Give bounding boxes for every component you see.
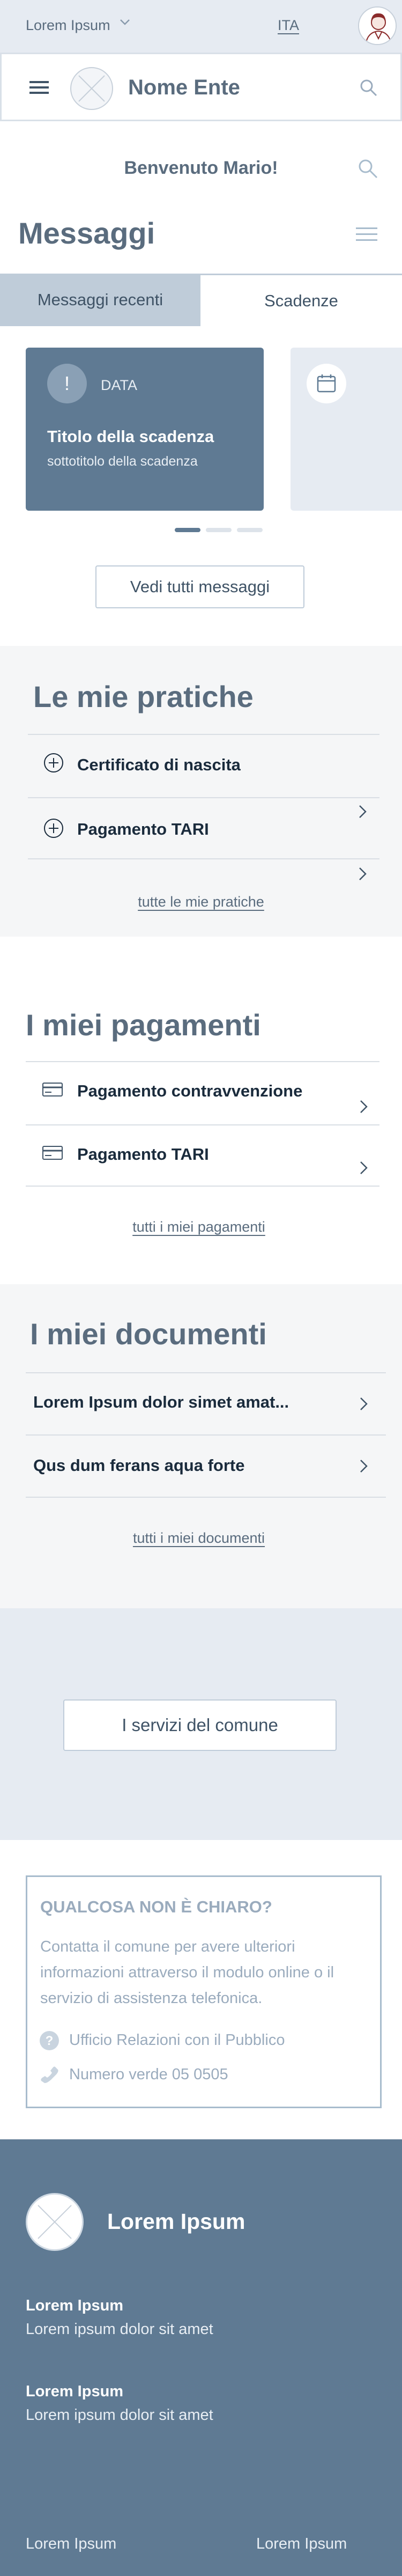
all-documenti-link[interactable]: tutti i miei documenti <box>0 1530 398 1547</box>
carousel-dot-1[interactable] <box>175 528 200 532</box>
footer-bottom-link-right[interactable]: Lorem Ipsum <box>256 2535 347 2553</box>
ente-name[interactable]: Nome Ente <box>128 76 240 100</box>
list-item-label: Qus dum ferans aqua forte <box>33 1456 245 1475</box>
footer-bottom-link-left[interactable]: Lorem Ipsum <box>26 2535 116 2553</box>
search-icon[interactable] <box>357 158 378 179</box>
servizi-comune-button[interactable]: I servizi del comune <box>63 1699 337 1751</box>
footer-name: Lorem Ipsum <box>107 2209 245 2234</box>
all-pratiche-link[interactable]: tutte le mie pratiche <box>0 894 402 910</box>
calendar-icon <box>317 374 336 393</box>
list-item-label: Pagamento TARI <box>77 1145 209 1164</box>
search-icon[interactable] <box>359 78 378 97</box>
pratiche-title: Le mie pratiche <box>33 680 254 713</box>
pratiche-section: Le mie pratiche Certificato di nascita P… <box>0 646 402 937</box>
divider <box>28 858 379 859</box>
footer-block-text: Lorem ipsum dolor sit amet <box>26 2406 213 2424</box>
see-all-messages-button[interactable]: Vedi tutti messaggi <box>95 565 304 608</box>
help-phone-link[interactable]: Numero verde 05 0505 <box>69 2066 228 2084</box>
list-item-label: Lorem Ipsum dolor simet amat... <box>33 1393 289 1411</box>
pagamenti-title: I miei pagamenti <box>26 1008 261 1042</box>
chevron-right-icon <box>360 1161 368 1174</box>
question-circle-icon: ? <box>40 2031 59 2050</box>
footer-block-title: Lorem Ipsum <box>26 2297 124 2314</box>
list-item[interactable]: Pagamento contravvenzione <box>26 1062 379 1124</box>
list-item[interactable]: Qus dum ferans aqua forte <box>26 1436 386 1497</box>
list-item[interactable]: Pagamento TARI <box>26 1125 379 1187</box>
footer-block-title: Lorem Ipsum <box>26 2383 124 2400</box>
credit-card-icon <box>42 1146 63 1160</box>
top-bar: Lorem Ipsum ITA <box>0 0 402 53</box>
chevron-right-icon <box>359 805 367 818</box>
phone-icon <box>41 2066 58 2084</box>
welcome-text: Benvenuto Mario! <box>124 158 278 178</box>
svg-text:?: ? <box>46 2034 54 2048</box>
calendar-icon-wrap <box>307 364 346 403</box>
pagamenti-section: I miei pagamenti Pagamento contravvenzio… <box>0 937 402 1284</box>
card-title: Titolo della scadenza <box>47 427 214 446</box>
site-header: Nome Ente <box>0 53 402 121</box>
hamburger-menu-icon[interactable] <box>29 80 49 95</box>
footer-logo[interactable] <box>26 2193 84 2251</box>
list-item[interactable]: Pagamento TARI <box>28 798 379 880</box>
divider <box>26 1186 379 1187</box>
help-title: QUALCOSA NON È CHIARO? <box>40 1897 272 1916</box>
help-box: QUALCOSA NON È CHIARO? Contatta il comun… <box>26 1875 382 2108</box>
user-avatar-icon <box>359 8 396 44</box>
plus-circle-icon <box>44 753 63 772</box>
ente-logo[interactable] <box>70 67 113 110</box>
tab-messaggi-recenti[interactable]: Messaggi recenti <box>0 274 200 326</box>
avatar[interactable] <box>358 6 397 45</box>
deadline-card-next[interactable] <box>291 348 402 511</box>
help-text: Contatta il comune per avere ulteriori i… <box>40 1938 334 2007</box>
messages-title: Messaggi <box>18 216 155 250</box>
card-subtitle: sottotitolo della scadenza <box>47 454 198 469</box>
card-date: DATA <box>101 377 138 393</box>
site-footer: Lorem Ipsum Lorem Ipsum Lorem ipsum dolo… <box>0 2139 402 2576</box>
chevron-right-icon <box>360 1397 368 1410</box>
servizi-section: I servizi del comune <box>0 1608 402 1840</box>
list-item-label: Pagamento TARI <box>77 820 209 838</box>
carousel-dot-2[interactable] <box>206 528 232 532</box>
documenti-title: I miei documenti <box>30 1317 267 1351</box>
list-item-label: Pagamento contravvenzione <box>77 1081 303 1100</box>
logo-placeholder-icon <box>38 2205 72 2239</box>
tab-scadenze[interactable]: Scadenze <box>200 274 402 326</box>
list-item[interactable]: Certificato di nascita <box>28 735 379 797</box>
menu-lines-icon[interactable] <box>356 226 377 242</box>
help-office-link[interactable]: Ufficio Relazioni con il Pubblico <box>69 2032 285 2049</box>
logo-placeholder-icon <box>78 75 105 102</box>
carousel-dot-3[interactable] <box>237 528 263 532</box>
plus-circle-icon <box>44 819 63 838</box>
credit-card-icon <box>42 1083 63 1096</box>
language-switch[interactable]: ITA <box>278 17 299 34</box>
list-item-label: Certificato di nascita <box>77 755 241 774</box>
footer-block-text: Lorem ipsum dolor sit amet <box>26 2321 213 2338</box>
deadline-card[interactable]: ! DATA Titolo della scadenza sottotitolo… <box>26 348 264 511</box>
list-item[interactable]: Lorem Ipsum dolor simet amat... <box>26 1373 386 1434</box>
chevron-right-icon <box>360 1460 368 1473</box>
ente-select-label[interactable]: Lorem Ipsum <box>26 17 110 34</box>
alert-icon: ! <box>47 364 87 403</box>
chevron-right-icon <box>360 1100 368 1113</box>
all-pagamenti-link[interactable]: tutti i miei pagamenti <box>0 1219 398 1235</box>
chevron-right-icon <box>359 867 367 880</box>
divider <box>26 1497 386 1498</box>
chevron-down-icon[interactable] <box>119 16 131 28</box>
documenti-section: I miei documenti Lorem Ipsum dolor simet… <box>0 1284 402 1608</box>
